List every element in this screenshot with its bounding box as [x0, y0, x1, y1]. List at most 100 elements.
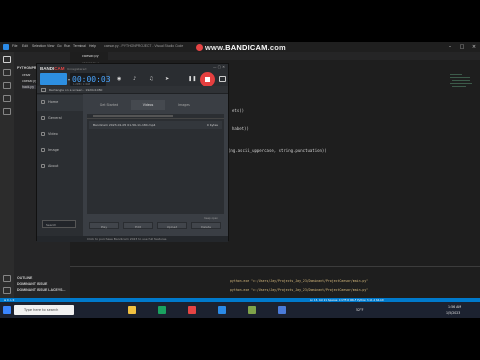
activity-bar [0, 52, 14, 298]
nav-video[interactable]: Video [41, 132, 58, 136]
code-fragment: ets)) [232, 108, 245, 113]
nav-general[interactable]: General [41, 116, 62, 120]
registration-status: Unregistered [67, 67, 87, 71]
bandicam-header: BANDICAM Unregistered — ▢ ✕ ▾ 00:00:03 1… [37, 64, 228, 87]
screen-mode-button[interactable] [40, 73, 67, 85]
info-icon [41, 164, 45, 168]
clock-time[interactable]: 1:56 AM [448, 305, 461, 309]
weather-text[interactable]: 52°F [356, 308, 363, 312]
vscode-taskbar-icon[interactable] [218, 306, 226, 314]
delete-button[interactable]: Delete [191, 222, 221, 229]
search-placeholder: Type here to search [24, 308, 59, 312]
extensions-icon[interactable] [3, 108, 11, 115]
minimize-button[interactable]: – [444, 43, 456, 51]
bandicam-search-input[interactable]: Search [42, 220, 76, 228]
dominant-section[interactable]: DOMINANT ISSUE [17, 282, 47, 286]
upload-button[interactable]: Upload [157, 222, 187, 229]
bandicam-logo: BANDICAM [40, 66, 65, 71]
bandicam-footer[interactable]: Click to purchase Bandicam 2023 to use f… [37, 236, 228, 242]
watermark-text: www.BANDICAM.com [205, 42, 286, 52]
bandicam-output-panel: Get Started Videos Images Bandicam 2023-… [83, 94, 228, 236]
play-button[interactable]: Play [89, 222, 119, 229]
home-icon [41, 100, 45, 104]
terminal-line: python.exe "c:/Users/Jay/Projects_Jay_23… [230, 288, 369, 292]
file-name: Bandicam 2023-01-05 01-56-11-184.mp4 [93, 123, 156, 127]
vscode-logo-icon [3, 44, 9, 50]
keep-open-checkbox[interactable]: Keep open [204, 217, 218, 220]
minimap[interactable] [448, 70, 476, 130]
timeline-section[interactable]: DOMINANT ISSUE LACEYS... [17, 288, 65, 292]
bandicam-window: BANDICAM Unregistered — ▢ ✕ ▾ 00:00:03 1… [36, 63, 229, 242]
bandicam-dot-icon [196, 43, 203, 51]
app-taskbar-icon[interactable] [278, 306, 286, 314]
capture-target-label: Rectangle on a screen - 1920x1080 [49, 88, 103, 92]
account-icon[interactable] [3, 275, 11, 282]
editor-tab-bar: caesar.py [70, 52, 480, 60]
app-taskbar-icon[interactable] [248, 306, 256, 314]
terminal-line: python.exe "c:/Users/Jay/Projects_Jay_23… [230, 279, 369, 283]
close-button[interactable]: × [468, 43, 480, 51]
menu-edit[interactable]: Edit [22, 44, 28, 48]
outline-section[interactable]: OUTLINE [17, 276, 32, 280]
gear-icon[interactable] [3, 287, 11, 294]
menu-view[interactable]: View [47, 44, 54, 48]
windows-start-icon[interactable] [3, 306, 11, 314]
video-frame: File Edit Selection View Go Run Terminal… [0, 0, 480, 360]
list-item[interactable]: Bandicam 2023-01-05 01-56-11-184.mp4 0 b… [89, 121, 222, 129]
nav-home[interactable]: Home [41, 100, 58, 104]
speaker-icon[interactable]: ♫ [149, 76, 153, 82]
stop-record-button[interactable] [200, 72, 215, 87]
video-list: Bandicam 2023-01-05 01-56-11-184.mp4 0 b… [87, 114, 224, 214]
bandicam-nav: Home General Video Image About Search [37, 94, 83, 236]
code-fragment: (ng.ascii_uppercase, string.punctuation)… [228, 148, 327, 153]
tab-images[interactable]: Images [167, 100, 201, 110]
image-icon [41, 148, 45, 152]
bandicam-window-controls[interactable]: — ▢ ✕ [213, 65, 225, 69]
source-control-icon[interactable] [3, 82, 11, 89]
cursor-icon[interactable]: ➤ [165, 76, 169, 82]
clock-date[interactable]: 1/5/2023 [446, 311, 460, 315]
nav-image[interactable]: Image [41, 148, 59, 152]
menu-selection[interactable]: Selection [32, 44, 46, 48]
bandicam-taskbar-icon[interactable] [188, 306, 196, 314]
gear-icon [41, 116, 45, 120]
pause-button[interactable]: ❚❚ [188, 76, 196, 82]
webcam-icon[interactable]: ◉ [117, 76, 121, 82]
menu-help[interactable]: Help [89, 44, 96, 48]
title-bar: File Edit Selection View Go Run Terminal… [0, 42, 480, 52]
progress-bar [93, 115, 173, 117]
run-debug-icon[interactable] [3, 95, 11, 102]
recording-timer: 00:00:03 1.2MB / 2.4GB [70, 73, 111, 86]
tab-get-started[interactable]: Get Started [89, 100, 129, 110]
file-explorer-icon[interactable] [128, 306, 136, 314]
tab-videos[interactable]: Videos [131, 100, 165, 110]
list-header [87, 114, 224, 119]
video-icon [41, 132, 45, 136]
code-fragment: habet)) [232, 126, 249, 131]
purchase-notice: Click to purchase Bandicam 2023 to use f… [87, 237, 167, 241]
rectangle-icon [41, 88, 46, 92]
file-item-cesar[interactable]: cesar [22, 73, 31, 77]
mic-icon[interactable]: ♪ [133, 76, 136, 82]
terminal-panel[interactable]: python.exe "c:/Users/Jay/Projects_Jay_23… [70, 266, 480, 298]
explorer-icon[interactable] [3, 56, 11, 63]
file-size: 0 bytes [206, 123, 218, 127]
maximize-button[interactable]: □ [456, 43, 468, 51]
menu-go[interactable]: Go [57, 44, 62, 48]
edit-button[interactable]: Edit [123, 222, 153, 229]
capture-target-bar[interactable]: Rectangle on a screen - 1920x1080 [37, 86, 228, 94]
taskbar-search-input[interactable]: Type here to search [14, 305, 74, 315]
browser-icon[interactable] [158, 306, 166, 314]
tab-caesar[interactable]: caesar.py [70, 52, 108, 60]
menu-terminal[interactable]: Terminal [73, 44, 86, 48]
window-title: caesar.py - PYTHONPROJECT - Visual Studi… [104, 44, 184, 48]
search-icon[interactable] [3, 69, 11, 76]
nav-about[interactable]: About [41, 164, 58, 168]
tab-label: caesar.py [82, 54, 99, 58]
menu-file[interactable]: File [12, 44, 17, 48]
windows-taskbar: Type here to search 52°F 1:56 AM 1/5/202… [0, 302, 480, 318]
file-item-caesar[interactable]: caesar.py [22, 79, 37, 83]
bandicam-watermark: www.BANDICAM.com [196, 42, 286, 52]
menu-run[interactable]: Run [64, 44, 70, 48]
screenshot-camera-icon[interactable] [219, 76, 226, 82]
